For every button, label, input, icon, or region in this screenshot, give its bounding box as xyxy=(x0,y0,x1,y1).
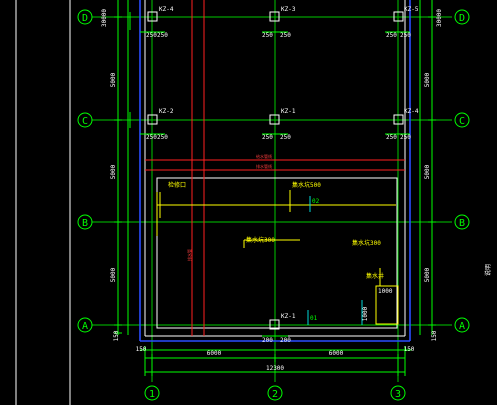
axis-label-row-a-right: A xyxy=(459,321,465,332)
column-dim-ticks xyxy=(129,12,410,337)
dim-col-off-9: 250 xyxy=(262,134,273,141)
col-tag-c1: KZ-2 xyxy=(159,108,174,115)
col-tag-d3: KZ-5 xyxy=(404,6,419,13)
dim-col-12: 6000 xyxy=(207,350,222,357)
dim-col-off-13: 200 xyxy=(262,337,273,344)
dim-col-off-5: 250 xyxy=(386,32,397,39)
note-side: 说明 xyxy=(484,264,492,276)
axis-label-row-d-right: D xyxy=(459,13,465,24)
col-tag-c2: KZ-1 xyxy=(281,108,296,115)
cad-drawing-canvas: D C B A D C B A 1 2 3 5000 5000 5000 500… xyxy=(15,0,492,405)
col-tag-d2: KZ-3 xyxy=(281,6,296,13)
dim-col-off-3: 250 xyxy=(262,32,273,39)
dim-bottom-left-v: 150 xyxy=(113,330,120,341)
note-pipe-top: 给水管线 xyxy=(256,153,272,159)
dim-col-off-8: 250 xyxy=(157,134,168,141)
note-pit: 集水坑300 xyxy=(352,239,381,247)
cyan-lines xyxy=(307,196,363,325)
axis-label-row-b-right: B xyxy=(459,218,465,229)
note-red-vertical: 排水管 xyxy=(186,249,192,261)
dim-right-dc: 5000 xyxy=(424,72,431,87)
dim-bottom-left-h: 150 xyxy=(136,346,147,353)
note-pump: 集水井 xyxy=(366,272,384,280)
axis-label-col-1: 1 xyxy=(149,389,155,400)
axis-label-row-a-left: A xyxy=(82,321,88,332)
axis-label-row-c-left: C xyxy=(82,116,88,127)
note-300: 集水坑300 xyxy=(246,236,275,244)
dim-left-cb: 5000 xyxy=(110,164,117,179)
axis-label-col-2: 2 xyxy=(272,389,278,400)
dim-col-off-7: 250 xyxy=(146,134,157,141)
dim-col-off-12: 250 xyxy=(400,134,411,141)
dim-col-off-10: 250 xyxy=(280,134,291,141)
dim-col-off-2: 250 xyxy=(157,32,168,39)
col-tag-a2: KZ-1 xyxy=(281,313,296,320)
col-tag-c3: KZ-4 xyxy=(404,108,419,115)
dim-top-right: 30000 xyxy=(436,9,443,27)
dim-right-ba: 5000 xyxy=(424,267,431,282)
dim-top-left: 30000 xyxy=(101,9,108,27)
dim-bottom-right-v: 150 xyxy=(431,330,438,341)
dim-overall: 12300 xyxy=(266,365,284,372)
note-02: 02 xyxy=(312,198,320,205)
note-left-tag: 检修口 xyxy=(168,181,186,189)
dim-col-23: 6000 xyxy=(329,350,344,357)
note-pipe-bottom: 排水管线 xyxy=(256,163,272,169)
axis-label-row-c-right: C xyxy=(459,116,465,127)
dim-right-cb: 5000 xyxy=(424,164,431,179)
dim-col-off-6: 250 xyxy=(400,32,411,39)
axis-label-col-3: 3 xyxy=(395,389,401,400)
dim-col-off-4: 250 xyxy=(280,32,291,39)
dim-bottom-right-h: 150 xyxy=(404,346,415,353)
col-tag-d1: KZ-4 xyxy=(159,6,174,13)
dim-col-off-14: 200 xyxy=(280,337,291,344)
dim-col-off-1: 250 xyxy=(146,32,157,39)
axis-label-row-d-left: D xyxy=(82,13,88,24)
note-1000-v: 1000 xyxy=(362,306,369,321)
note-1000: 1000 xyxy=(378,288,393,295)
note-01: 01 xyxy=(310,315,318,322)
dim-left-ba: 5000 xyxy=(110,267,117,282)
note-500: 集水坑500 xyxy=(292,181,321,189)
dim-col-off-11: 250 xyxy=(386,134,397,141)
dim-left-dc: 5000 xyxy=(110,72,117,87)
axis-label-row-b-left: B xyxy=(82,218,88,229)
